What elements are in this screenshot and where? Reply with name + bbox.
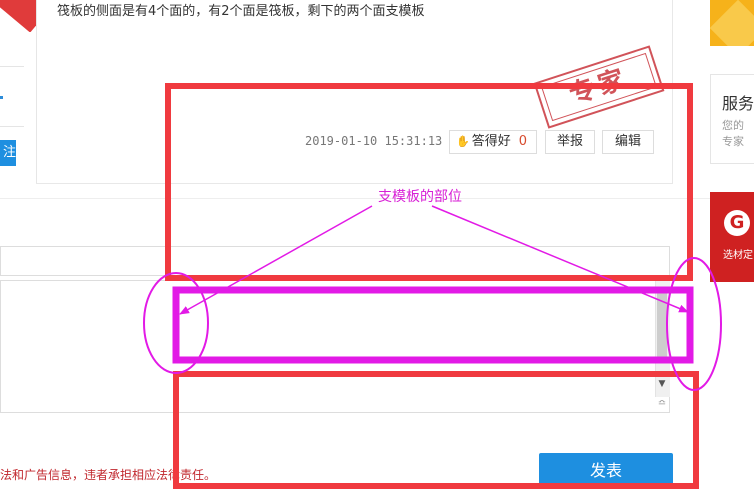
right-ellipse	[666, 257, 722, 391]
highlight-box-bottom	[173, 371, 699, 489]
arrow-right	[431, 205, 689, 313]
annotation-overlay	[143, 83, 722, 489]
formwork-area-box	[172, 286, 694, 364]
arrow-left	[179, 205, 373, 315]
highlight-box-top	[165, 83, 693, 281]
annotation-label: 支模板的部位	[378, 189, 462, 205]
